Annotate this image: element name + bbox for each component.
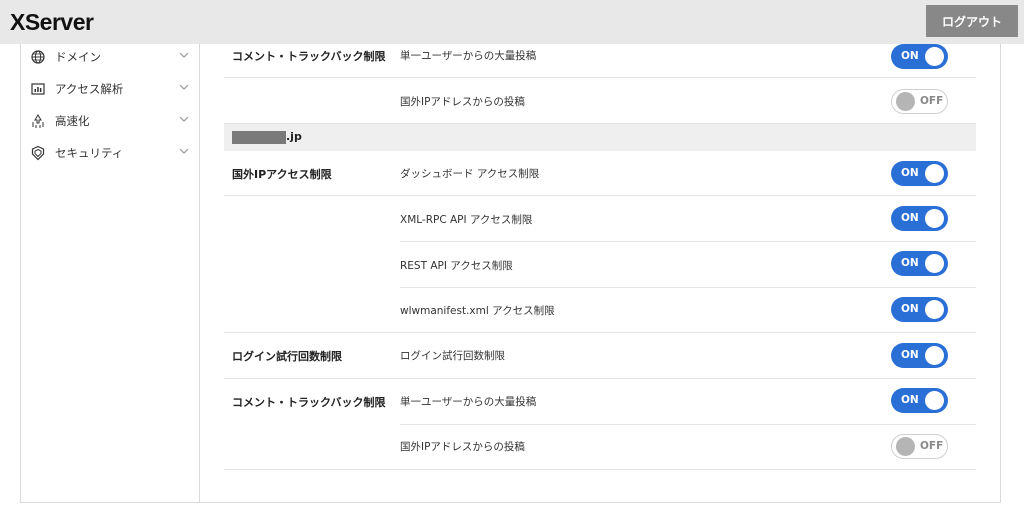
toggle-knob	[925, 209, 944, 228]
settings-row: 国外IPアドレスからの投稿 OFF	[224, 425, 976, 470]
chart-icon	[31, 83, 45, 95]
toggle-state-label: ON	[901, 50, 919, 62]
item-label: 単一ユーザーからの大量投稿	[400, 396, 537, 408]
item-label: REST API アクセス制限	[400, 260, 513, 272]
toggle-switch[interactable]: ON	[891, 343, 948, 368]
domain-suffix: .jp	[286, 130, 302, 143]
toggle-state-label: ON	[901, 349, 919, 361]
toggle-knob	[925, 254, 944, 273]
item-label: wlwmanifest.xml アクセス制限	[400, 305, 555, 317]
toggle-knob	[925, 391, 944, 410]
item-label: 国外IPアドレスからの投稿	[400, 441, 525, 453]
toggle-knob	[925, 47, 944, 66]
toggle-knob	[896, 437, 915, 456]
sidebar: ドメイン アクセス解析 高速化 セキュリティ	[20, 44, 200, 503]
toggle-switch[interactable]: ON	[891, 161, 948, 186]
sidebar-item-label: 高速化	[55, 114, 90, 128]
item-label: 国外IPアドレスからの投稿	[400, 96, 525, 108]
chevron-down-icon	[179, 52, 189, 58]
settings-row: コメント・トラックバック制限 単一ユーザーからの大量投稿 ON	[224, 44, 976, 78]
toggle-switch[interactable]: ON	[891, 206, 948, 231]
item-label: ログイン試行回数制限	[400, 350, 505, 362]
sidebar-item-label: セキュリティ	[55, 146, 124, 160]
shield-icon	[31, 145, 45, 161]
toggle-switch[interactable]: OFF	[891, 89, 948, 114]
sidebar-item-domain[interactable]: ドメイン	[20, 44, 200, 70]
toggle-state-label: ON	[901, 394, 919, 406]
settings-panel: コメント・トラックバック制限 単一ユーザーからの大量投稿 ON 国外IPアドレス…	[224, 44, 976, 484]
chevron-down-icon	[179, 148, 189, 154]
settings-row: REST API アクセス制限 ON	[400, 242, 976, 288]
toggle-state-label: ON	[901, 303, 919, 315]
toggle-state-label: ON	[901, 212, 919, 224]
group-label: コメント・トラックバック制限	[232, 396, 386, 409]
toggle-knob	[925, 346, 944, 365]
toggle-switch[interactable]: ON	[891, 251, 948, 276]
item-label: XML-RPC API アクセス制限	[400, 214, 533, 226]
settings-row: XML-RPC API アクセス制限 ON	[400, 196, 976, 242]
item-label: ダッシュボード アクセス制限	[400, 168, 540, 180]
item-label: 単一ユーザーからの大量投稿	[400, 50, 537, 62]
sidebar-item-access-analysis[interactable]: アクセス解析	[20, 76, 200, 102]
group-label: ログイン試行回数制限	[232, 350, 342, 363]
sidebar-item-speed[interactable]: 高速化	[20, 108, 200, 134]
sidebar-item-label: ドメイン	[55, 50, 101, 64]
toggle-switch[interactable]: OFF	[891, 434, 948, 459]
logout-button[interactable]: ログアウト	[926, 5, 1018, 37]
settings-row: ログイン試行回数制限 ログイン試行回数制限 ON	[224, 333, 976, 379]
toggle-state-label: OFF	[920, 95, 944, 107]
sidebar-item-label: アクセス解析	[55, 82, 124, 96]
domain-header: .jp	[224, 124, 976, 151]
speed-icon	[32, 114, 44, 128]
sidebar-item-security[interactable]: セキュリティ	[20, 140, 200, 166]
toggle-knob	[925, 164, 944, 183]
toggle-state-label: OFF	[920, 440, 944, 452]
toggle-switch[interactable]: ON	[891, 388, 948, 413]
chevron-down-icon	[179, 84, 189, 90]
chevron-down-icon	[179, 116, 189, 122]
settings-row: 国外IPアドレスからの投稿 OFF	[224, 78, 976, 124]
toggle-switch[interactable]: ON	[891, 297, 948, 322]
toggle-knob	[925, 300, 944, 319]
settings-row: 国外IPアクセス制限 ダッシュボード アクセス制限 ON	[224, 151, 976, 196]
globe-icon	[31, 50, 45, 64]
toggle-knob	[896, 92, 915, 111]
top-header: XServer ログアウト	[0, 0, 1024, 44]
toggle-state-label: ON	[901, 257, 919, 269]
toggle-switch[interactable]: ON	[891, 44, 948, 69]
settings-row: 単一ユーザーからの大量投稿 ON	[400, 379, 976, 425]
group-label: 国外IPアクセス制限	[232, 168, 332, 181]
settings-row: wlwmanifest.xml アクセス制限 ON	[224, 288, 976, 333]
group-label: コメント・トラックバック制限	[232, 50, 386, 63]
xserver-logo: XServer	[10, 9, 94, 35]
redacted-domain-name	[232, 131, 286, 144]
toggle-state-label: ON	[901, 167, 919, 179]
